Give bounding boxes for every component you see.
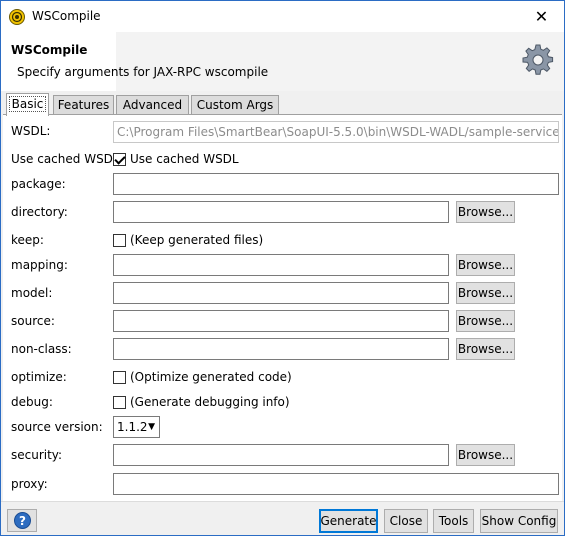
model-browse-button[interactable]: Browse... bbox=[456, 282, 515, 304]
close-window-button[interactable]: ✕ bbox=[519, 1, 564, 32]
tab-label: Features bbox=[57, 98, 110, 112]
package-field[interactable] bbox=[113, 173, 559, 195]
source-version-label: source version: bbox=[11, 420, 103, 434]
tools-button[interactable]: Tools bbox=[433, 509, 474, 533]
tab-features[interactable]: Features bbox=[53, 95, 114, 115]
close-icon: ✕ bbox=[534, 7, 549, 26]
dialog-footer: ? Generate Close Tools Show Config bbox=[1, 501, 564, 535]
title-bar: WSCompile ✕ bbox=[1, 1, 564, 32]
dialog-header: WSCompile Specify arguments for JAX-RPC … bbox=[1, 32, 564, 91]
directory-browse-button[interactable]: Browse... bbox=[456, 201, 515, 223]
use-cached-checkbox-label: Use cached WSDL bbox=[130, 152, 239, 166]
directory-field[interactable] bbox=[113, 201, 449, 223]
security-field[interactable] bbox=[113, 444, 449, 466]
gear-icon bbox=[522, 44, 554, 75]
basic-panel: WSDL: C:\Program Files\SmartBear\SoapUI-… bbox=[3, 114, 562, 501]
optimize-checkbox[interactable] bbox=[113, 371, 126, 384]
use-cached-label: Use cached WSDL: bbox=[11, 152, 124, 166]
tab-basic[interactable]: Basic bbox=[6, 93, 49, 116]
window-title: WSCompile bbox=[32, 9, 101, 23]
debug-checkbox[interactable] bbox=[113, 396, 126, 409]
soapui-app-icon bbox=[9, 9, 25, 25]
package-label: package: bbox=[11, 177, 66, 191]
generate-button[interactable]: Generate bbox=[319, 509, 378, 533]
use-cached-checkbox[interactable] bbox=[113, 153, 126, 166]
tab-label: Advanced bbox=[122, 98, 183, 112]
debug-checkbox-label: (Generate debugging info) bbox=[130, 395, 290, 409]
model-field[interactable] bbox=[113, 282, 449, 304]
keep-label: keep: bbox=[11, 233, 44, 247]
proxy-label: proxy: bbox=[11, 477, 48, 491]
keep-checkbox[interactable] bbox=[113, 234, 126, 247]
mapping-label: mapping: bbox=[11, 258, 68, 272]
tab-label: Basic bbox=[8, 96, 47, 112]
help-button[interactable]: ? bbox=[7, 509, 37, 532]
debug-label: debug: bbox=[11, 395, 53, 409]
non-class-label: non-class: bbox=[11, 342, 72, 356]
tab-advanced[interactable]: Advanced bbox=[116, 95, 189, 115]
source-version-select[interactable]: 1.1.2 ▼ bbox=[113, 416, 160, 438]
optimize-checkbox-label: (Optimize generated code) bbox=[130, 370, 292, 384]
security-label: security: bbox=[11, 448, 63, 462]
proxy-field[interactable] bbox=[113, 473, 559, 495]
source-version-value: 1.1.2 bbox=[117, 420, 148, 434]
source-browse-button[interactable]: Browse... bbox=[456, 310, 515, 332]
wsdl-label: WSDL: bbox=[11, 124, 51, 138]
header-subtitle: Specify arguments for JAX-RPC wscompile bbox=[17, 65, 269, 79]
security-browse-button[interactable]: Browse... bbox=[456, 444, 515, 466]
source-label: source: bbox=[11, 314, 55, 328]
show-config-button[interactable]: Show Config bbox=[480, 509, 558, 533]
optimize-label: optimize: bbox=[11, 370, 67, 384]
header-title: WSCompile bbox=[11, 43, 88, 57]
help-icon: ? bbox=[14, 512, 31, 529]
tab-label: Custom Args bbox=[196, 98, 274, 112]
non-class-field[interactable] bbox=[113, 338, 449, 360]
wscompile-dialog: WSCompile ✕ WSCompile Specify arguments … bbox=[0, 0, 565, 536]
directory-label: directory: bbox=[11, 205, 68, 219]
source-field[interactable] bbox=[113, 310, 449, 332]
mapping-field[interactable] bbox=[113, 254, 449, 276]
mapping-browse-button[interactable]: Browse... bbox=[456, 254, 515, 276]
close-button[interactable]: Close bbox=[384, 509, 428, 533]
tab-custom-args[interactable]: Custom Args bbox=[191, 95, 279, 115]
chevron-down-icon: ▼ bbox=[148, 422, 155, 432]
model-label: model: bbox=[11, 286, 53, 300]
non-class-browse-button[interactable]: Browse... bbox=[456, 338, 515, 360]
keep-checkbox-label: (Keep generated files) bbox=[130, 233, 264, 247]
wsdl-field[interactable]: C:\Program Files\SmartBear\SoapUI-5.5.0\… bbox=[113, 121, 559, 143]
